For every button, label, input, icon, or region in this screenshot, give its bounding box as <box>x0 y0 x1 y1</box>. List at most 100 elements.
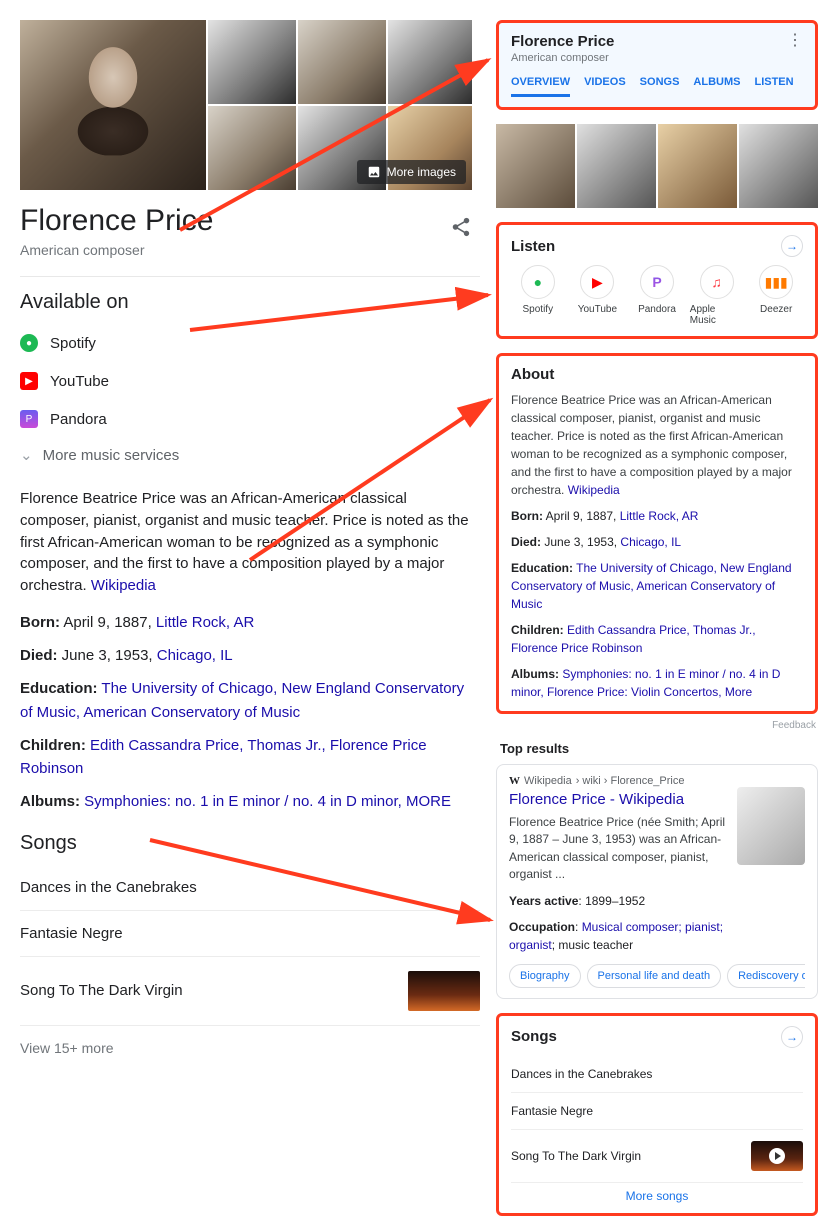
top-results-heading: Top results <box>500 741 818 756</box>
about-text: Florence Beatrice Price was an African-A… <box>511 393 792 497</box>
died-value: June 3, 1953, <box>62 647 157 664</box>
more-images-label: More images <box>387 165 456 179</box>
about-albums-more[interactable]: More <box>725 685 752 699</box>
about-died-value: June 3, 1953, <box>544 535 620 549</box>
albums-links[interactable]: Symphonies: no. 1 in E minor / no. 4 in … <box>84 793 451 810</box>
more-music-services[interactable]: ⌄ More music services <box>20 438 480 472</box>
deezer-icon: ▮▮▮ <box>759 265 793 299</box>
song-row[interactable]: Fantasie Negre <box>511 1093 803 1130</box>
bio-text: Florence Beatrice Price was an African-A… <box>20 490 469 594</box>
listen-label: Apple Music <box>690 304 744 326</box>
chip-biography[interactable]: Biography <box>509 964 581 988</box>
listen-label: Spotify <box>523 304 554 315</box>
tab-songs[interactable]: SONGS <box>640 76 680 97</box>
song-item[interactable]: Dances in the Canebrakes <box>20 865 480 911</box>
arrow-right-icon[interactable]: → <box>781 235 803 257</box>
photo-thumb[interactable] <box>208 106 296 190</box>
listen-label: Pandora <box>638 304 676 315</box>
image-icon <box>367 165 381 179</box>
listen-deezer[interactable]: ▮▮▮ Deezer <box>749 265 803 326</box>
service-pandora[interactable]: P Pandora <box>20 400 480 438</box>
arrow-right-icon[interactable]: → <box>781 1026 803 1048</box>
breadcrumb-path: › wiki › Florence_Price <box>576 775 685 787</box>
tab-albums[interactable]: ALBUMS <box>693 76 740 97</box>
knowledge-panel-left: More images Florence Price American comp… <box>20 20 480 1070</box>
share-button[interactable] <box>450 216 472 238</box>
song-title: Song To The Dark Virgin <box>511 1149 641 1163</box>
image-grid[interactable]: More images <box>20 20 472 190</box>
photo-thumb[interactable] <box>388 20 472 104</box>
photo-thumb[interactable] <box>298 20 386 104</box>
song-item[interactable]: Fantasie Negre <box>20 911 480 957</box>
tabs-row: OVERVIEW VIDEOS SONGS ALBUMS LISTEN PEOP… <box>511 76 803 97</box>
chevron-down-icon: ⌄ <box>20 446 33 464</box>
occupation-tail: ; music teacher <box>552 938 633 952</box>
strip-thumb[interactable] <box>658 124 737 208</box>
tab-overview[interactable]: OVERVIEW <box>511 76 570 97</box>
chip-personal-life[interactable]: Personal life and death <box>587 964 722 988</box>
available-on-heading: Available on <box>20 291 480 314</box>
strip-thumb[interactable] <box>577 124 656 208</box>
view-more-songs[interactable]: View 15+ more <box>20 1026 480 1070</box>
more-images-button[interactable]: More images <box>357 160 466 184</box>
born-place-link[interactable]: Little Rock, AR <box>156 614 254 631</box>
listen-youtube[interactable]: ▶YouTube <box>571 265 625 326</box>
photo-strip[interactable] <box>496 124 818 208</box>
listen-pandora[interactable]: P Pandora <box>630 265 684 326</box>
result-thumbnail[interactable] <box>737 787 805 865</box>
born-label: Born: <box>20 614 60 631</box>
service-label: YouTube <box>50 373 109 390</box>
pandora-icon: P <box>640 265 674 299</box>
chip-rediscovery[interactable]: Rediscovery of works <box>727 964 805 988</box>
about-children-label: Children: <box>511 623 564 637</box>
died-place-link[interactable]: Chicago, IL <box>157 647 233 664</box>
about-born-value: April 9, 1887, <box>546 509 620 523</box>
more-services-label: More music services <box>43 447 180 464</box>
entity-title: Florence Price <box>20 204 480 238</box>
wikipedia-w-icon: W <box>509 775 520 787</box>
listen-apple-music[interactable]: ♫Apple Music <box>690 265 744 326</box>
service-label: Spotify <box>50 335 96 352</box>
song-row[interactable]: Song To The Dark Virgin <box>511 1130 803 1183</box>
service-spotify[interactable]: ● Spotify <box>20 324 480 362</box>
about-albums-label: Albums: <box>511 667 559 681</box>
tab-listen[interactable]: LISTEN <box>754 76 793 97</box>
bio-paragraph: Florence Beatrice Price was an African-A… <box>20 488 480 597</box>
spotify-icon: ● <box>20 334 38 352</box>
about-wikipedia-link[interactable]: Wikipedia <box>568 483 620 497</box>
about-body: Florence Beatrice Price was an African-A… <box>511 391 803 499</box>
strip-thumb[interactable] <box>739 124 818 208</box>
song-item[interactable]: Song To The Dark Virgin <box>20 957 480 1026</box>
main-photo[interactable] <box>20 20 206 190</box>
spotify-icon: ● <box>521 265 555 299</box>
about-born-label: Born: <box>511 509 543 523</box>
pandora-icon: P <box>20 410 38 428</box>
more-songs-link[interactable]: More songs <box>511 1183 803 1203</box>
about-heading: About <box>511 366 803 383</box>
available-on-list: ● Spotify ▶ YouTube P Pandora ⌄ More mus… <box>20 324 480 472</box>
listen-label: Deezer <box>760 304 792 315</box>
service-youtube[interactable]: ▶ YouTube <box>20 362 480 400</box>
about-born-link[interactable]: Little Rock, AR <box>620 509 699 523</box>
play-thumbnail[interactable] <box>751 1141 803 1171</box>
education-label: Education: <box>20 680 98 697</box>
listen-heading: Listen <box>511 238 555 255</box>
tab-videos[interactable]: VIDEOS <box>584 76 626 97</box>
wikipedia-link[interactable]: Wikipedia <box>91 577 156 594</box>
more-options-icon[interactable]: ⋮ <box>787 33 803 49</box>
songs-card: Songs → Dances in the Canebrakes Fantasi… <box>496 1013 818 1216</box>
song-row[interactable]: Dances in the Canebrakes <box>511 1056 803 1093</box>
occupation-label: Occupation <box>509 920 575 934</box>
listen-label: YouTube <box>578 304 617 315</box>
photo-thumb[interactable] <box>208 20 296 104</box>
song-thumbnail <box>408 971 480 1011</box>
feedback-link[interactable]: Feedback <box>496 720 816 731</box>
result-snippet: Florence Beatrice Price (née Smith; Apri… <box>509 814 727 884</box>
about-died-link[interactable]: Chicago, IL <box>620 535 681 549</box>
strip-thumb[interactable] <box>496 124 575 208</box>
result-title-link[interactable]: Florence Price - Wikipedia <box>509 791 727 808</box>
listen-spotify[interactable]: ● Spotify <box>511 265 565 326</box>
header-title: Florence Price <box>511 33 614 50</box>
songs-list: Dances in the Canebrakes Fantasie Negre … <box>20 865 480 1070</box>
right-column: Florence Price American composer ⋮ OVERV… <box>496 20 818 1230</box>
